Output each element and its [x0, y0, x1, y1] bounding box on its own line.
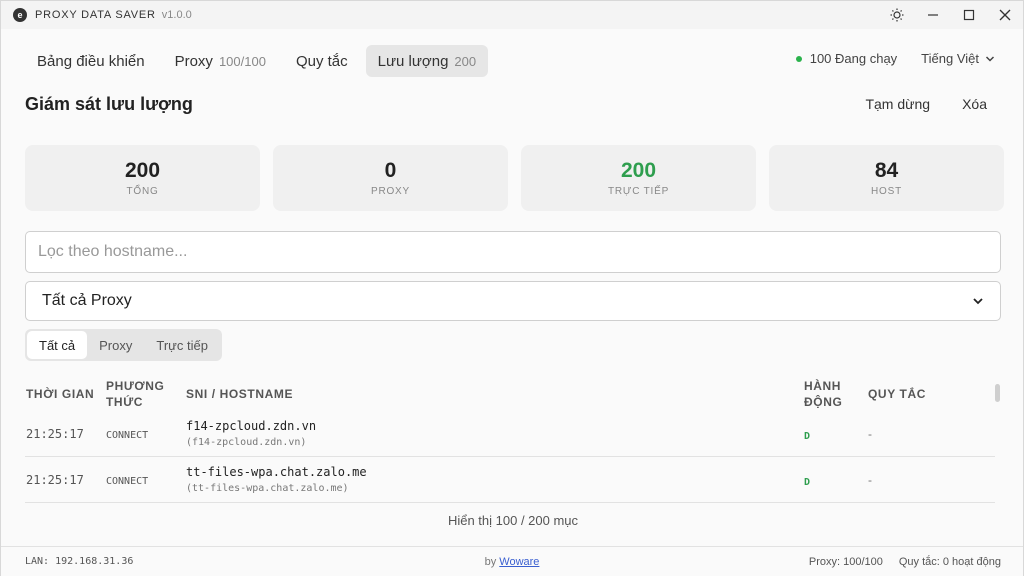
row-action: D: [804, 431, 811, 442]
footer-rules-count: Quy tắc: 0 hoạt động: [898, 556, 1001, 568]
tab-rules[interactable]: Quy tắc: [284, 45, 360, 77]
header-rule[interactable]: QUY TẮC: [868, 386, 926, 402]
row-rule: -: [868, 427, 872, 441]
language-label: Tiếng Việt: [921, 51, 979, 66]
sun-icon[interactable]: [879, 1, 915, 29]
stat-value: 84: [874, 159, 899, 182]
row-hostname: tt-files-wpa.chat.zalo.me: [186, 465, 367, 479]
pause-button[interactable]: Tạm dừng: [865, 96, 930, 112]
row-method: CONNECT: [106, 476, 149, 487]
proxy-select[interactable]: Tất cả Proxy: [25, 281, 1001, 321]
header-method[interactable]: PHƯƠNG THỨC: [106, 378, 164, 410]
language-selector[interactable]: Tiếng Việt: [921, 51, 995, 66]
traffic-type-segmented: Tất cả Proxy Trực tiếp: [25, 329, 222, 361]
table-scrollbar[interactable]: [995, 384, 1000, 402]
main-nav: Bảng điều khiển Proxy 100/100 Quy tắc Lư…: [25, 45, 489, 77]
header-hostname[interactable]: SNI / HOSTNAME: [186, 386, 293, 402]
chevron-down-icon: [973, 298, 983, 305]
title-bar[interactable]: e PROXY DATA SAVER v1.0.0: [1, 1, 1023, 29]
row-rule: -: [868, 473, 872, 487]
author-link[interactable]: Woware: [499, 556, 539, 568]
table-header: THỜI GIAN PHƯƠNG THỨC SNI / HOSTNAME HÀN…: [25, 377, 995, 411]
status-bar: LAN: 192.168.31.36 by Woware Proxy: 100/…: [1, 546, 1023, 576]
stat-label: PROXY: [370, 186, 410, 197]
app-version: v1.0.0: [161, 9, 192, 21]
segment-all[interactable]: Tất cả: [27, 331, 88, 359]
tab-count: 200: [454, 53, 477, 69]
tab-label: Proxy: [174, 52, 213, 70]
tab-dashboard[interactable]: Bảng điều khiển: [25, 45, 157, 77]
stat-card-direct: 200 TRỰC TIẾP: [521, 145, 756, 211]
row-sni: (f14-zpcloud.zdn.vn): [186, 437, 307, 448]
stat-value: 200: [124, 159, 161, 182]
stat-card-total: 200 TỔNG: [25, 145, 260, 211]
app-logo: e: [13, 8, 27, 22]
hostname-filter-input[interactable]: [25, 231, 1001, 273]
stat-label: TỔNG: [126, 186, 159, 197]
row-action: D: [804, 477, 811, 488]
header-time[interactable]: THỜI GIAN: [26, 386, 94, 402]
credit-by: by: [484, 556, 497, 568]
tab-label: Quy tắc: [295, 52, 348, 70]
header-method-line1: PHƯƠNG: [106, 379, 165, 393]
stats-row: 200 TỔNG 0 PROXY 200 TRỰC TIẾP 84 HOST: [25, 145, 1004, 211]
showing-count: Hiển thị 100 / 200 mục: [447, 513, 579, 528]
page-title: Giám sát lưu lượng: [25, 94, 193, 114]
stat-label: TRỰC TIẾP: [607, 186, 670, 197]
stat-card-host: 84 HOST: [769, 145, 1004, 211]
tab-traffic[interactable]: Lưu lượng 200: [365, 45, 489, 77]
clear-button[interactable]: Xóa: [962, 96, 987, 112]
footer-stats: Proxy: 100/100 Quy tắc: 0 hoạt động: [809, 556, 1001, 568]
app-title: PROXY DATA SAVER: [35, 9, 156, 21]
header-action[interactable]: HÀNH ĐỘNG: [804, 378, 842, 410]
tab-count: 100/100: [218, 53, 266, 69]
tab-proxy[interactable]: Proxy 100/100: [163, 45, 278, 77]
header-action-line1: HÀNH: [804, 379, 842, 393]
footer-proxy-count: Proxy: 100/100: [808, 556, 883, 568]
segment-direct[interactable]: Trực tiếp: [144, 331, 220, 359]
proxy-select-value: Tất cả Proxy: [42, 292, 132, 309]
header-action-line2: ĐỘNG: [804, 395, 843, 409]
row-hostname: f14-zpcloud.zdn.vn: [186, 419, 317, 433]
maximize-icon[interactable]: [951, 1, 987, 29]
row-time: 21:25:17: [26, 473, 84, 487]
running-dot-icon: [795, 55, 802, 62]
window-controls: [879, 1, 1023, 29]
table-row[interactable]: 21:25:17 CONNECT f14-zpcloud.zdn.vn (f14…: [25, 411, 995, 457]
table-row[interactable]: 21:25:17 CONNECT tt-files-wpa.chat.zalo.…: [25, 457, 995, 503]
chevron-down-icon: [985, 55, 995, 62]
tab-label: Lưu lượng: [377, 52, 449, 70]
header-method-line2: THỨC: [106, 395, 144, 409]
close-icon[interactable]: [987, 1, 1023, 29]
stat-value: 0: [384, 159, 397, 182]
status-area: 100 Đang chạy Tiếng Việt: [795, 51, 995, 66]
minimize-icon[interactable]: [915, 1, 951, 29]
row-sni: (tt-files-wpa.chat.zalo.me): [186, 483, 349, 494]
app-window: e PROXY DATA SAVER v1.0.0 Bảng điều khiể…: [0, 0, 1024, 576]
row-time: 21:25:17: [26, 427, 84, 441]
stat-card-proxy: 0 PROXY: [273, 145, 508, 211]
stat-value: 200: [620, 159, 657, 182]
header-actions: Tạm dừng Xóa: [865, 96, 987, 112]
running-label: 100 Đang chạy: [809, 51, 898, 66]
segment-proxy[interactable]: Proxy: [87, 331, 144, 359]
row-method: CONNECT: [106, 430, 149, 441]
stat-label: HOST: [871, 186, 902, 197]
tab-label: Bảng điều khiển: [37, 52, 145, 70]
running-status: 100 Đang chạy: [795, 51, 898, 66]
